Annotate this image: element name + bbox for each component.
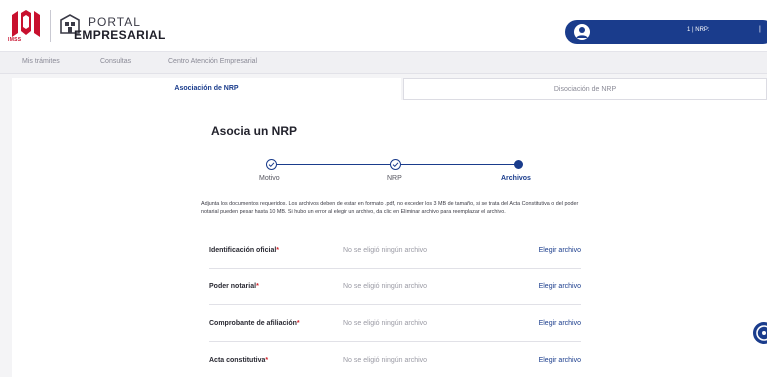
page-title: Asocia un NRP <box>211 124 298 138</box>
step-nrp-check-icon <box>390 159 401 170</box>
choose-file-button[interactable]: Elegir archivo <box>539 283 581 290</box>
instructions-text: Adjunta los documentos requeridos. Los a… <box>201 201 579 216</box>
user-menu[interactable]: 1 | NRP: | <box>565 20 767 44</box>
tab-asociacion[interactable]: Asociación de NRP <box>12 78 401 100</box>
required-mark: * <box>276 247 280 254</box>
file-label: Poder notarial* <box>209 283 259 290</box>
nav-mis-tramites[interactable]: Mis trámites <box>22 58 60 65</box>
choose-file-button[interactable]: Elegir archivo <box>539 357 581 364</box>
choose-file-button[interactable]: Elegir archivo <box>539 320 581 327</box>
portal-title-line1: PORTAL <box>88 15 141 29</box>
step-archivos-dot <box>514 160 523 169</box>
file-status: No se eligió ningún archivo <box>343 247 428 254</box>
file-row-comprobante: Comprobante de afiliación* No se eligió … <box>209 308 581 342</box>
choose-file-button[interactable]: Elegir archivo <box>539 247 581 254</box>
file-status: No se eligió ningún archivo <box>343 357 428 364</box>
file-status: No se eligió ningún archivo <box>343 283 428 290</box>
file-label: Acta constitutiva* <box>209 357 269 364</box>
step-label-archivos: Archivos <box>501 175 531 182</box>
form-card: Asocia un NRP Motivo NRP Archivos Adjunt… <box>12 100 767 377</box>
file-row-poder-notarial: Poder notarial* No se eligió ningún arch… <box>209 271 581 305</box>
nav-consultas[interactable]: Consultas <box>100 58 131 65</box>
imss-logo-text: IMSS <box>8 37 22 43</box>
user-nrp: 1 | NRP: <box>687 27 710 33</box>
user-separator: | <box>759 26 761 33</box>
chat-help-icon[interactable] <box>753 322 767 344</box>
portal-title-line2: EMPRESARIAL <box>74 28 166 42</box>
file-row-acta: Acta constitutiva* No se eligió ningún a… <box>209 345 581 377</box>
tab-disociacion[interactable]: Disociación de NRP <box>403 78 767 100</box>
logo-divider <box>50 10 51 42</box>
required-mark: * <box>256 283 259 290</box>
top-header: IMSS PORTAL EMPRESARIAL 1 | NRP: | <box>0 0 767 52</box>
step-motivo-check-icon <box>266 159 277 170</box>
required-mark: * <box>265 357 269 364</box>
main-nav: Mis trámites Consultas Centro Atención E… <box>0 52 767 74</box>
file-row-identificacion: Identificación oficial* No se eligió nin… <box>209 235 581 269</box>
tab-bar: Asociación de NRP Disociación de NRP <box>12 78 767 100</box>
nav-centro-atencion[interactable]: Centro Atención Empresarial <box>168 58 257 65</box>
file-label: Identificación oficial* <box>209 247 280 254</box>
user-icon <box>574 24 590 40</box>
file-label: Comprobante de afiliación* <box>209 320 300 327</box>
file-status: No se eligió ningún archivo <box>343 320 428 327</box>
required-mark: * <box>296 320 300 327</box>
step-label-nrp: NRP <box>387 175 402 182</box>
step-label-motivo: Motivo <box>259 175 280 182</box>
